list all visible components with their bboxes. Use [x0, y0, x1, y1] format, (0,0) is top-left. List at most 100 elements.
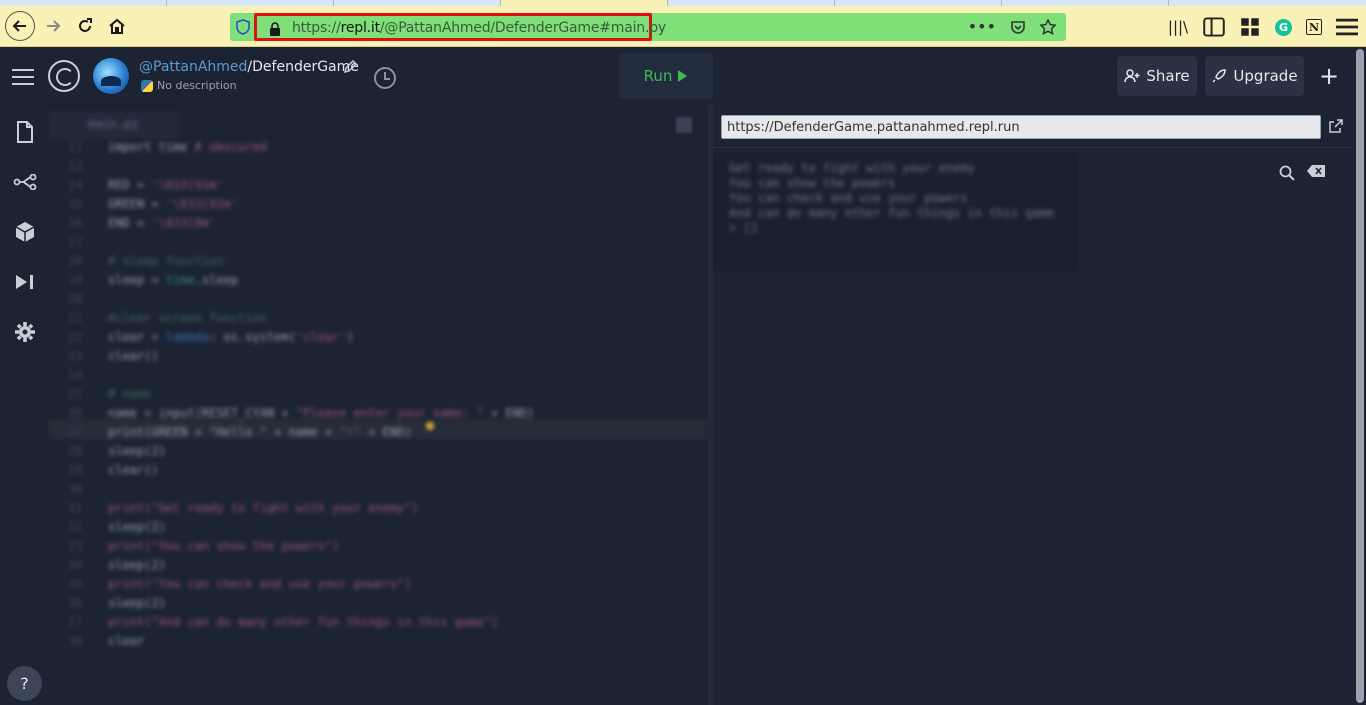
code-line[interactable]: 36 sleep(2) — [68, 596, 166, 614]
webview-url-field[interactable] — [721, 115, 1321, 139]
webview-separator — [713, 147, 1354, 148]
editor-blurred-content: main.py 12 import time # obscured 13 14 RED … — [48, 105, 708, 705]
line-number: 27 — [68, 425, 83, 439]
code-token: #clear screen function — [108, 311, 267, 325]
share-button[interactable]: Share — [1117, 56, 1197, 96]
code-line[interactable]: 32 sleep(2) — [68, 520, 166, 538]
edit-pencil-icon[interactable] — [343, 59, 358, 74]
webview-url-input[interactable] — [722, 116, 1320, 139]
code-line[interactable]: 23 clear() — [68, 349, 159, 367]
code-token: print("And can do many other fun things … — [108, 615, 499, 629]
code-token: sleep(2) — [108, 520, 166, 534]
code-line[interactable]: 38 clear — [68, 634, 144, 652]
line-number: 24 — [68, 368, 83, 382]
bookmark-star-icon[interactable] — [1040, 18, 1056, 35]
line-number: 29 — [68, 463, 83, 477]
page-scrollbar[interactable] — [1354, 47, 1366, 705]
scrollbar-thumb[interactable] — [1356, 49, 1364, 703]
forward-button[interactable] — [38, 11, 68, 41]
code-token: print("You can show the powers") — [108, 539, 340, 553]
code-line[interactable]: 25 # name — [68, 387, 151, 405]
repl-owner[interactable]: @PattanAhmed — [139, 59, 247, 75]
code-line[interactable]: 29 clear() — [68, 463, 159, 481]
code-token: clear — [108, 634, 145, 648]
code-line[interactable]: 19 sleep = time.sleep — [68, 273, 238, 291]
help-button[interactable]: ? — [7, 666, 42, 701]
line-number: 21 — [68, 311, 83, 325]
replit-logo-icon[interactable] — [48, 60, 80, 92]
home-button[interactable] — [102, 11, 132, 41]
code-token: '\033[92m' — [165, 197, 239, 211]
code-token: GREEN = — [108, 197, 166, 211]
library-icon[interactable]: |||\ — [1167, 17, 1189, 37]
code-line[interactable]: 24 — [68, 368, 108, 386]
upgrade-button[interactable]: Upgrade — [1205, 56, 1304, 96]
code-line[interactable]: 30 — [68, 482, 108, 500]
browser-menu-icon[interactable] — [1336, 17, 1358, 37]
code-line[interactable]: 26 name = input(RESET_CYAN + "Please ente… — [68, 406, 534, 424]
code-line[interactable]: 35 print("You can check and use your powe… — [68, 577, 411, 595]
back-button[interactable] — [5, 11, 35, 41]
line-number: 33 — [68, 539, 83, 553]
url-text[interactable]: https://repl.it/@PattanAhmed/DefenderGam… — [292, 20, 666, 36]
debugger-icon[interactable] — [12, 269, 38, 295]
code-line[interactable]: 18 # sleep function — [68, 254, 224, 272]
open-in-new-tab-icon[interactable] — [1329, 119, 1345, 135]
settings-icon[interactable] — [12, 319, 38, 345]
clear-console-icon[interactable] — [1307, 165, 1327, 181]
code-line[interactable]: 15 GREEN = '\033[92m' — [68, 197, 238, 215]
search-icon[interactable] — [1279, 165, 1297, 183]
code-line[interactable]: 31 print("Get ready to fight with your en… — [68, 501, 419, 519]
code-line[interactable]: 34 sleep(2) — [68, 558, 166, 576]
code-line[interactable]: 20 — [68, 292, 108, 310]
code-line[interactable]: 33 print("You can show the powers") — [68, 539, 339, 557]
code-line[interactable]: 14 RED = '\033[91m' — [68, 178, 224, 196]
code-token: 'clear' — [295, 330, 347, 344]
console-line: > [] — [729, 221, 758, 235]
code-line[interactable]: 27 print(GREEN + "Hello " + name + "!" + … — [68, 425, 411, 443]
code-line[interactable]: 37 print("And can do many other fun thing… — [68, 615, 498, 633]
line-number: 14 — [68, 178, 83, 192]
code-editor[interactable]: main.py 12 import time # obscured 13 14 RED … — [48, 105, 708, 705]
code-token: '\033[0m' — [151, 216, 217, 230]
menu-hamburger-icon[interactable] — [12, 69, 34, 90]
history-icon[interactable] — [374, 67, 396, 89]
pocket-icon[interactable] — [1010, 19, 1026, 35]
files-icon[interactable] — [12, 119, 38, 145]
grammarly-icon[interactable]: G — [1275, 18, 1292, 36]
console-output[interactable]: Get ready to fight with your enemy You ca… — [713, 153, 1078, 271]
packages-icon[interactable] — [12, 219, 38, 245]
code-token: clear() — [108, 349, 159, 363]
new-pane-button[interactable]: + — [1316, 61, 1342, 91]
address-bar[interactable]: https://repl.it/@PattanAhmed/DefenderGam… — [230, 13, 1066, 41]
code-token: ) — [346, 330, 354, 344]
share-label: Share — [1146, 67, 1190, 85]
version-control-icon[interactable] — [12, 169, 38, 195]
code-line[interactable]: 28 sleep(2) — [68, 444, 166, 462]
code-line[interactable]: 13 — [68, 159, 108, 177]
repl-path[interactable]: @PattanAhmed/DefenderGame — [139, 59, 359, 75]
help-label: ? — [20, 674, 29, 693]
editor-format-icon[interactable] — [676, 117, 692, 133]
plus-icon: + — [1318, 62, 1340, 90]
avatar[interactable] — [93, 58, 129, 94]
code-line[interactable]: 17 — [68, 235, 108, 253]
code-line[interactable]: 22 clear = lambda: os.system('clear') — [68, 330, 354, 348]
code-line[interactable]: 12 import time # obscured — [68, 140, 267, 158]
reload-button[interactable] — [70, 11, 100, 41]
repl-description[interactable]: No description — [141, 79, 237, 92]
notion-icon[interactable]: N — [1306, 19, 1322, 35]
tracking-shield-icon[interactable] — [236, 19, 250, 35]
extensions-grid-icon[interactable] — [1239, 17, 1261, 37]
code-token: import — [108, 140, 152, 154]
description-text: No description — [157, 79, 237, 92]
repl-header: @PattanAhmed/DefenderGame No description… — [0, 47, 1354, 105]
more-actions-icon[interactable]: ••• — [968, 17, 996, 36]
line-number: 16 — [68, 216, 83, 230]
code-line[interactable]: 21 #clear screen function — [68, 311, 267, 329]
code-line[interactable]: 16 END = '\033[0m' — [68, 216, 216, 234]
line-number: 37 — [68, 615, 83, 629]
run-button[interactable]: Run — [618, 53, 713, 99]
sidebar-toggle-icon[interactable] — [1203, 17, 1225, 37]
lock-icon[interactable] — [269, 22, 281, 36]
